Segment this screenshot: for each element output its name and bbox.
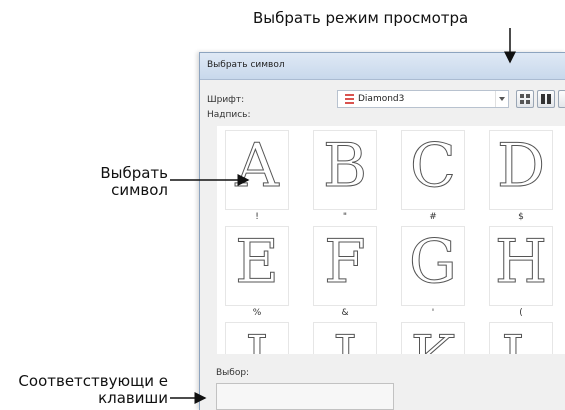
symbol-cell[interactable]: H [489,226,553,306]
font-icon [345,94,354,104]
symbol-cell[interactable]: J [313,322,377,354]
symbol-grid: A ! B " C # D $ E % F & G ' H ( I J K L [217,126,565,354]
symbol-glyph: L [490,323,552,355]
grid-icon [520,94,530,104]
symbol-cell[interactable]: B [313,130,377,210]
symbol-glyph: C [410,131,457,202]
view-mode-callout: Выбрать режим просмотра [253,9,469,27]
symbol-cell[interactable]: F [313,226,377,306]
large-view-button[interactable] [537,90,555,108]
symbol-glyph: K [402,323,464,355]
symbol-glyph: D [496,131,546,202]
symbol-cell[interactable]: D [489,130,553,210]
symbol-cell[interactable]: E [225,226,289,306]
dialog-title: Выбрать символ [207,60,285,70]
symbol-glyph: E [235,227,280,298]
symbol-key: # [429,212,437,222]
symbol-key: ! [255,212,259,222]
symbol-glyph: A [235,131,279,202]
symbol-glyph: F [324,227,367,298]
font-name: Diamond3 [358,94,405,104]
select-symbol-dialog: Выбрать символ Шрифт: Надпись: Diamond3 … [199,52,565,410]
font-select[interactable]: Diamond3 [337,90,509,108]
symbol-key: & [341,308,349,318]
grid-view-button[interactable] [516,90,534,108]
symbol-cell[interactable]: I [225,322,289,354]
chevron-down-icon[interactable] [495,91,508,107]
symbol-glyph: H [494,227,548,298]
selection-label: Выбор: [216,368,250,378]
symbol-glyph: I [226,323,288,355]
symbol-key: $ [518,212,524,222]
dialog-titlebar: Выбрать символ [200,53,565,80]
symbol-cell[interactable]: G [401,226,465,306]
list-view-button[interactable] [558,90,565,108]
symbol-cell[interactable]: C [401,130,465,210]
symbol-cell[interactable]: A [225,130,289,210]
select-symbol-callout: Выбрать символ [100,164,168,199]
matching-keys-callout: Соответствующи е клавиши [18,372,168,407]
symbol-cell[interactable]: K [401,322,465,354]
caption-label: Надпись: [207,110,251,120]
font-label: Шрифт: [207,95,245,105]
symbol-key: ' [431,308,435,318]
symbol-glyph: G [409,227,458,298]
symbol-cell[interactable]: L [489,322,553,354]
selection-field[interactable] [216,383,394,410]
symbol-glyph: J [314,323,376,355]
symbol-key: ( [519,308,523,318]
columns-icon [541,94,551,104]
symbol-key: % [252,308,262,318]
symbol-key: " [342,212,348,222]
symbol-glyph: B [322,131,368,202]
